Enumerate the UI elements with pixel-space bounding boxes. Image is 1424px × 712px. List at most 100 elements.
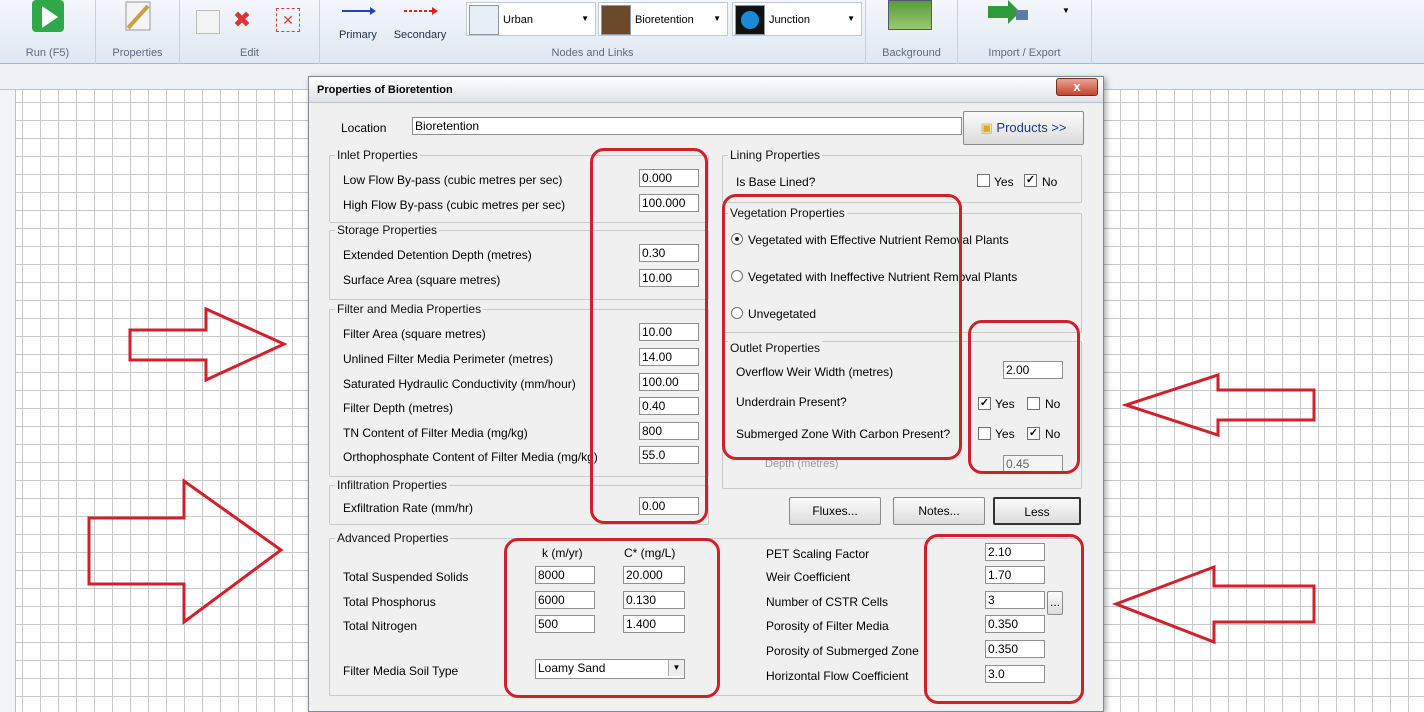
- porosity-sub-label: Porosity of Submerged Zone: [766, 644, 919, 658]
- cstr-more-button[interactable]: ...: [1047, 591, 1063, 615]
- filter-title: Filter and Media Properties: [335, 302, 484, 316]
- chevron-down-icon[interactable]: ▼: [668, 660, 684, 676]
- hflow-input[interactable]: [985, 665, 1045, 683]
- tp-k-input[interactable]: [535, 591, 595, 609]
- nodes-links-group: Primary Secondary Urban ▼ Bioretention ▼…: [320, 0, 866, 64]
- unvegetated-radio[interactable]: [731, 307, 743, 319]
- arrow-left-icon: [1122, 372, 1316, 438]
- submerged-label: Submerged Zone With Carbon Present?: [736, 427, 951, 441]
- run-button[interactable]: [20, 0, 76, 42]
- inlet-title: Inlet Properties: [335, 148, 420, 162]
- less-button[interactable]: Less: [993, 497, 1081, 525]
- background-image-icon[interactable]: [888, 0, 932, 30]
- exfiltration-input[interactable]: [639, 497, 699, 515]
- import-export-button[interactable]: [986, 0, 1030, 26]
- edd-label: Extended Detention Depth (metres): [343, 248, 532, 262]
- ortho-input[interactable]: [639, 446, 699, 464]
- underdrain-yes-checkbox[interactable]: ✓: [978, 397, 991, 410]
- products-button[interactable]: ▣ Products >>: [963, 111, 1084, 145]
- vegetation-ineffective-radio[interactable]: [731, 270, 743, 282]
- junction-icon: [735, 5, 765, 35]
- cstr-label: Number of CSTR Cells: [766, 595, 889, 609]
- primary-link-button[interactable]: Primary: [336, 4, 380, 44]
- filter-area-input[interactable]: [639, 323, 699, 341]
- properties-label: Properties: [112, 47, 163, 59]
- import-export-dropdown-icon[interactable]: ▼: [1062, 6, 1070, 15]
- chevron-down-icon: ▼: [713, 14, 721, 23]
- base-lined-label: Is Base Lined?: [736, 175, 816, 189]
- soil-type-select[interactable]: Loamy Sand ▼: [535, 659, 685, 679]
- close-button[interactable]: x: [1056, 78, 1098, 96]
- base-lined-no-label: No: [1042, 175, 1058, 189]
- tn-c-input[interactable]: [623, 615, 685, 633]
- underdrain-no-checkbox[interactable]: [1027, 397, 1040, 410]
- location-label: Location: [341, 121, 387, 135]
- node-combo-junction[interactable]: Junction ▼: [732, 2, 862, 36]
- submerged-yes-checkbox[interactable]: [978, 427, 991, 440]
- c-header: C* (mg/L): [624, 546, 676, 560]
- pet-label: PET Scaling Factor: [766, 547, 870, 561]
- high-flow-input[interactable]: [639, 194, 699, 212]
- edd-input[interactable]: [639, 244, 699, 262]
- vegetation-ineffective-label: Vegetated with Ineffective Nutrient Remo…: [748, 270, 1018, 284]
- cstr-input[interactable]: [985, 591, 1045, 609]
- underdrain-no-label: No: [1045, 397, 1061, 411]
- urban-icon: [469, 5, 499, 35]
- node-combo-urban[interactable]: Urban ▼: [466, 2, 596, 36]
- play-icon: [32, 0, 64, 32]
- delete-icon[interactable]: ✖: [230, 8, 254, 32]
- underdrain-yes-label: Yes: [995, 397, 1015, 411]
- porosity-filter-input[interactable]: [985, 615, 1045, 633]
- tn-content-input[interactable]: [639, 422, 699, 440]
- submerged-yes-label: Yes: [995, 427, 1015, 441]
- conductivity-label: Saturated Hydraulic Conductivity (mm/hou…: [343, 377, 576, 391]
- node-combo-junction-label: Junction: [769, 14, 810, 26]
- tn-k-input[interactable]: [535, 615, 595, 633]
- primary-label: Primary: [339, 29, 377, 41]
- k-header: k (m/yr): [542, 546, 583, 560]
- base-lined-no-checkbox[interactable]: ✓: [1024, 174, 1037, 187]
- ribbon-toolbar: Run (F5) Properties ✖ ✕ Edit Primary Sec…: [0, 0, 1424, 64]
- surface-area-input[interactable]: [639, 269, 699, 287]
- high-flow-label: High Flow By-pass (cubic metres per sec): [343, 198, 566, 212]
- outlet-title: Outlet Properties: [728, 341, 823, 355]
- filter-depth-input[interactable]: [639, 397, 699, 415]
- porosity-sub-input[interactable]: [985, 640, 1045, 658]
- tss-c-input[interactable]: [623, 566, 685, 584]
- depth-label: Depth (metres): [765, 458, 839, 470]
- ortho-label: Orthophosphate Content of Filter Media (…: [343, 450, 598, 464]
- depth-input: [1003, 455, 1063, 473]
- infiltration-title: Infiltration Properties: [335, 478, 450, 492]
- run-label: Run (F5): [25, 47, 70, 59]
- delete-selection-icon[interactable]: ✕: [276, 8, 300, 32]
- base-lined-yes-checkbox[interactable]: [977, 174, 990, 187]
- notes-button[interactable]: Notes...: [893, 497, 985, 525]
- tp-label: Total Phosphorus: [343, 595, 436, 609]
- secondary-link-button[interactable]: Secondary: [392, 4, 448, 44]
- node-combo-bioretention[interactable]: Bioretention ▼: [598, 2, 728, 36]
- location-input[interactable]: [412, 117, 962, 135]
- chevron-down-icon: ▼: [847, 14, 855, 23]
- submerged-no-checkbox[interactable]: ✓: [1027, 427, 1040, 440]
- nodes-links-label: Nodes and Links: [551, 47, 634, 59]
- properties-button[interactable]: [116, 0, 160, 40]
- pet-input[interactable]: [985, 543, 1045, 561]
- import-export-icon: [988, 0, 1028, 24]
- weir-coef-input[interactable]: [985, 566, 1045, 584]
- fluxes-button[interactable]: Fluxes...: [789, 497, 881, 525]
- arrow-left-lower-icon: [1112, 564, 1316, 645]
- properties-group: Properties: [96, 0, 180, 64]
- dialog-title: Properties of Bioretention: [317, 84, 453, 96]
- dialog-titlebar[interactable]: Properties of Bioretention x: [309, 77, 1103, 103]
- tp-c-input[interactable]: [623, 591, 685, 609]
- filter-area-label: Filter Area (square metres): [343, 327, 486, 341]
- conductivity-input[interactable]: [639, 373, 699, 391]
- low-flow-input[interactable]: [639, 169, 699, 187]
- copy-icon[interactable]: [196, 10, 220, 34]
- background-group: Background: [866, 0, 958, 64]
- bioretention-icon: [601, 5, 631, 35]
- vegetation-effective-radio[interactable]: [731, 233, 743, 245]
- perimeter-input[interactable]: [639, 348, 699, 366]
- tss-k-input[interactable]: [535, 566, 595, 584]
- weir-width-input[interactable]: [1003, 361, 1063, 379]
